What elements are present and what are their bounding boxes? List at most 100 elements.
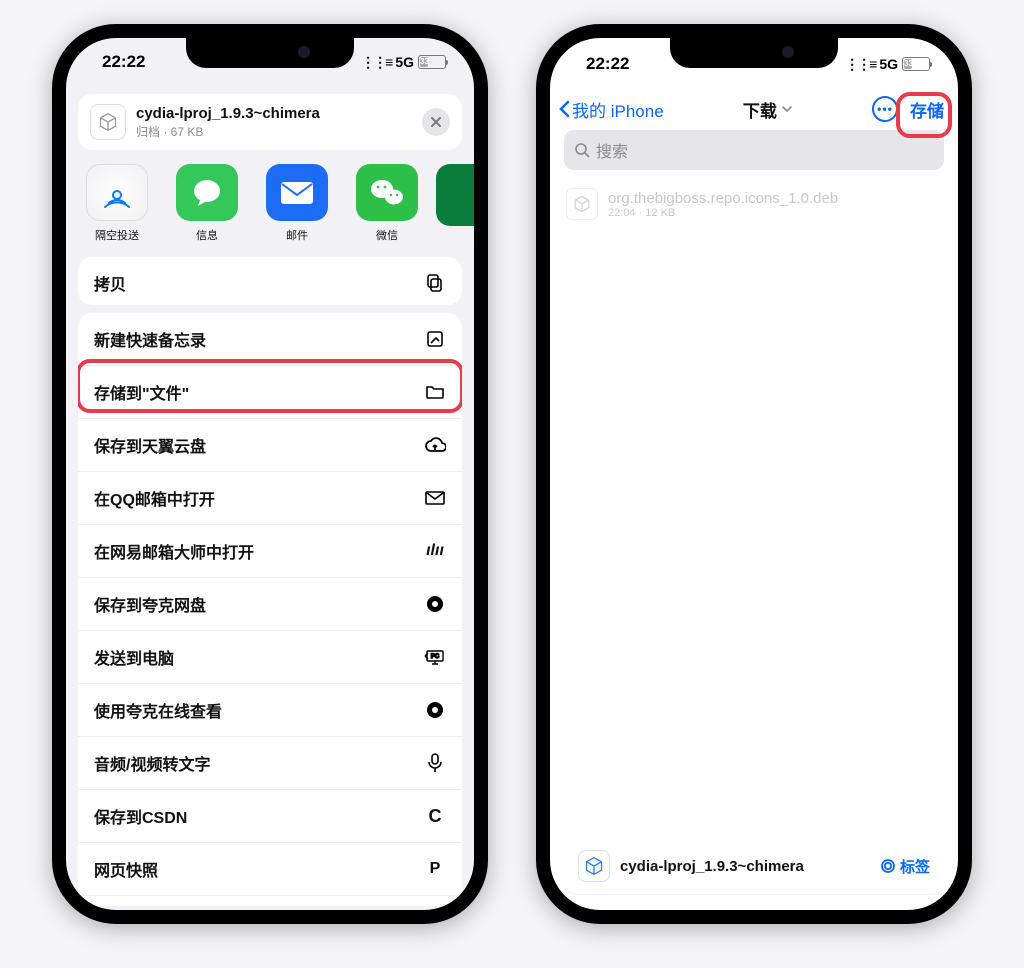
- package-icon: [578, 850, 610, 882]
- action-send-to-pc[interactable]: 发送到电脑 PC: [78, 631, 462, 684]
- package-icon: [566, 188, 598, 220]
- nav-bar: 我的 iPhone 下载 ••• 存储: [550, 90, 958, 130]
- file-meta: 22:04 · 12 KB: [608, 207, 838, 219]
- share-targets-row: 隔空投送 信息 邮件 微信: [66, 150, 474, 252]
- csdn-icon: C: [424, 806, 446, 827]
- action-label: 网页快照: [94, 857, 158, 881]
- overflow-icon: [436, 164, 474, 226]
- action-label: 保存到夸克网盘: [94, 592, 206, 616]
- action-label: 拷贝: [94, 271, 126, 295]
- note-icon: [424, 330, 446, 348]
- action-label: 保存到天翼云盘: [94, 433, 206, 457]
- action-list: 拷贝: [78, 257, 462, 305]
- action-copy[interactable]: 拷贝: [78, 257, 462, 305]
- battery-icon: 33: [418, 55, 446, 69]
- status-time: 22:22: [586, 54, 629, 74]
- action-label: 在QQ邮箱中打开: [94, 486, 215, 510]
- network-label: 5G: [395, 54, 414, 70]
- battery-pct: 33: [904, 59, 912, 69]
- action-save-to-cmcc-cloud[interactable]: 保存到中国移动云盘: [78, 896, 462, 906]
- share-target-wechat[interactable]: 微信: [346, 164, 428, 242]
- action-view-in-quark[interactable]: 使用夸克在线查看: [78, 684, 462, 737]
- battery-pct: 33: [420, 57, 428, 67]
- notch: [186, 38, 354, 68]
- status-right: ⋮⋮≡ 5G 33: [845, 56, 930, 73]
- nav-title[interactable]: 下载: [743, 97, 793, 122]
- pc-icon: PC: [424, 649, 446, 665]
- back-label: 我的 iPhone: [572, 97, 664, 122]
- share-label: 微信: [376, 227, 398, 243]
- tag-icon: [880, 858, 896, 874]
- action-label: 新建快速备忘录: [94, 327, 206, 351]
- share-label: 邮件: [286, 227, 308, 243]
- share-file-card: cydia-lproj_1.9.3~chimera 归档 · 67 KB: [78, 94, 462, 150]
- battery-icon: 33: [902, 57, 930, 71]
- action-label: 存储到"文件": [94, 380, 189, 404]
- back-button[interactable]: 我的 iPhone: [558, 97, 664, 122]
- share-file-meta: 归档 · 67 KB: [136, 123, 412, 140]
- phone-left: 22:22 ⋮⋮≡ 5G 33 cydia-lproj_1.9.3~chimer…: [52, 24, 488, 924]
- svg-text:PC: PC: [431, 654, 440, 660]
- action-save-to-quark[interactable]: 保存到夸克网盘: [78, 578, 462, 631]
- phone-right: 22:22 ⋮⋮≡ 5G 33 我的 iPhone 下载: [536, 24, 972, 924]
- search-field[interactable]: 搜索: [564, 130, 944, 170]
- save-button[interactable]: 存储: [910, 97, 944, 122]
- action-transcribe[interactable]: 音频/视频转文字: [78, 737, 462, 790]
- screen-left: 22:22 ⋮⋮≡ 5G 33 cydia-lproj_1.9.3~chimer…: [66, 38, 474, 910]
- pending-file-bar: cydia-lproj_1.9.3~chimera 标签: [564, 838, 944, 894]
- action-label: 发送到电脑: [94, 645, 174, 669]
- tag-label: 标签: [900, 856, 930, 877]
- action-label: 在网易邮箱大师中打开: [94, 539, 254, 563]
- share-label: 信息: [196, 227, 218, 243]
- signal-icon: ⋮⋮≡: [845, 56, 875, 73]
- tag-button[interactable]: 标签: [880, 856, 930, 877]
- share-target-airdrop[interactable]: 隔空投送: [76, 164, 158, 242]
- network-label: 5G: [879, 56, 898, 72]
- action-save-to-csdn[interactable]: 保存到CSDN C: [78, 790, 462, 843]
- existing-file-row[interactable]: org.thebigboss.repo.icons_1.0.deb 22:04 …: [550, 178, 958, 230]
- signal-icon: ⋮⋮≡: [361, 54, 391, 71]
- title-text: 下载: [743, 97, 777, 122]
- bars-icon: ılıı: [424, 542, 446, 560]
- action-label: 音频/视频转文字: [94, 751, 210, 775]
- snapshot-icon: P: [424, 860, 446, 878]
- close-button[interactable]: [422, 108, 450, 136]
- search-placeholder: 搜索: [596, 138, 628, 162]
- copy-icon: [424, 273, 446, 293]
- share-target-messages[interactable]: 信息: [166, 164, 248, 242]
- status-time: 22:22: [102, 52, 145, 72]
- action-open-in-qqmail[interactable]: 在QQ邮箱中打开: [78, 472, 462, 525]
- wechat-icon: [356, 164, 418, 220]
- more-button[interactable]: •••: [872, 96, 898, 122]
- quark-icon: [424, 595, 446, 613]
- cloud-icon: [424, 437, 446, 453]
- pending-file-name: cydia-lproj_1.9.3~chimera: [620, 858, 870, 875]
- ellipsis-icon: •••: [877, 102, 893, 116]
- action-new-quicknote[interactable]: 新建快速备忘录: [78, 313, 462, 366]
- search-icon: [574, 142, 590, 158]
- package-icon: [90, 104, 126, 140]
- share-target-overflow[interactable]: [436, 164, 474, 242]
- share-file-name: cydia-lproj_1.9.3~chimera: [136, 105, 412, 122]
- messages-icon: [176, 164, 238, 220]
- mic-icon: [424, 753, 446, 773]
- action-label: 使用夸克在线查看: [94, 698, 222, 722]
- share-label: 隔空投送: [95, 227, 139, 243]
- quark-icon: [424, 701, 446, 719]
- action-tianyi-cloud[interactable]: 保存到天翼云盘: [78, 419, 462, 472]
- status-right: ⋮⋮≡ 5G 33: [361, 54, 446, 71]
- envelope-icon: [424, 491, 446, 505]
- action-list: 新建快速备忘录 存储到"文件" 保存到天翼云盘 在QQ邮箱中打开: [78, 313, 462, 906]
- airdrop-icon: [86, 164, 148, 220]
- screen-right: 22:22 ⋮⋮≡ 5G 33 我的 iPhone 下载: [550, 38, 958, 910]
- action-save-to-files[interactable]: 存储到"文件": [78, 366, 462, 419]
- action-open-in-netease-mail[interactable]: 在网易邮箱大师中打开 ılıı: [78, 525, 462, 578]
- chevron-down-icon: [781, 102, 793, 116]
- share-target-mail[interactable]: 邮件: [256, 164, 338, 242]
- chevron-left-icon: [558, 100, 570, 118]
- mail-icon: [266, 164, 328, 220]
- notch: [670, 38, 838, 68]
- action-web-snapshot[interactable]: 网页快照 P: [78, 843, 462, 896]
- action-label: 保存到CSDN: [94, 804, 187, 828]
- file-name: org.thebigboss.repo.icons_1.0.deb: [608, 190, 838, 207]
